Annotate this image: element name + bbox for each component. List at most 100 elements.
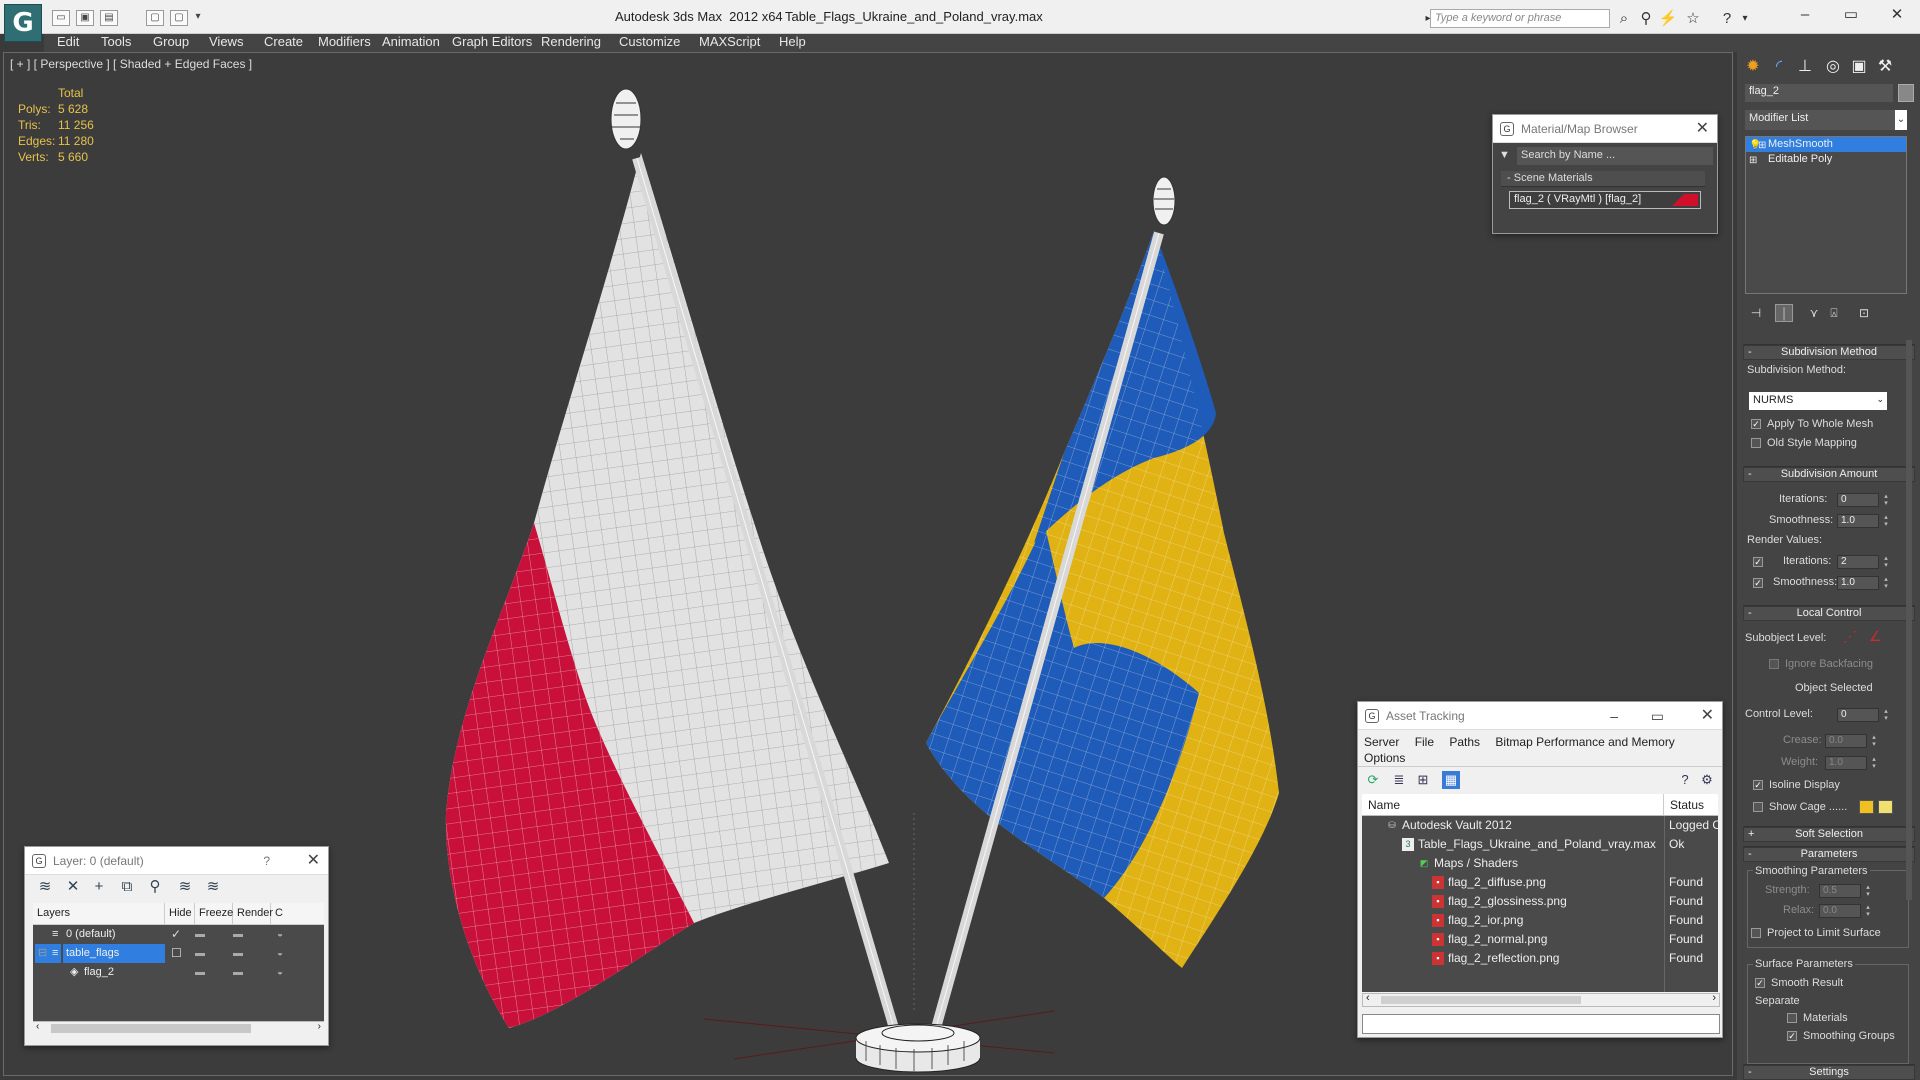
hide-toggle[interactable]: ▬ bbox=[195, 944, 205, 963]
menu-modifiers[interactable]: Modifiers bbox=[313, 34, 376, 52]
save-file-icon[interactable]: ▣ bbox=[76, 10, 94, 26]
scroll-right-icon[interactable]: › bbox=[1712, 992, 1716, 1004]
make-unique-icon[interactable]: ⋎ bbox=[1805, 304, 1823, 322]
vertex-level-icon[interactable]: ⋰ bbox=[1843, 628, 1857, 645]
close-button[interactable]: ✕ bbox=[1874, 4, 1920, 26]
close-icon[interactable]: ✕ bbox=[1701, 702, 1714, 730]
rollout-header[interactable]: - Parameters bbox=[1743, 847, 1915, 862]
weight-spinner[interactable]: 1.0 bbox=[1825, 756, 1867, 770]
hide-toggle[interactable]: ▬ bbox=[195, 963, 205, 982]
scene-materials-section[interactable]: - Scene Materials bbox=[1501, 171, 1705, 187]
binoculars-icon[interactable]: ⌕ bbox=[1614, 9, 1634, 28]
help-icon[interactable]: ? bbox=[263, 847, 270, 875]
subdivision-method-dropdown[interactable]: NURMS ⌄ bbox=[1749, 392, 1887, 410]
undo-icon[interactable]: ▤ bbox=[100, 10, 118, 26]
remove-modifier-icon[interactable]: ⍓ bbox=[1825, 304, 1843, 322]
spinner-arrows-icon[interactable]: ▴ ▾ bbox=[1882, 555, 1890, 569]
asset-path-field[interactable] bbox=[1362, 1014, 1720, 1034]
list-view-icon[interactable]: ≣ bbox=[1390, 771, 1408, 789]
scroll-left-icon[interactable]: ‹ bbox=[1366, 992, 1370, 1004]
pin-stack-icon[interactable]: ⊣ bbox=[1747, 304, 1765, 322]
render-smoothness-checkbox[interactable]: ✓ bbox=[1753, 578, 1763, 588]
menu-animation[interactable]: Animation bbox=[377, 34, 445, 52]
layer-window-title[interactable]: G Layer: 0 (default) ? ✕ bbox=[25, 847, 328, 875]
redo-icon[interactable]: ▢ bbox=[146, 10, 164, 26]
select-objects-in-layer-icon[interactable]: ⧉ bbox=[117, 878, 137, 896]
menu-rendering[interactable]: Rendering bbox=[536, 34, 606, 52]
cage-color-swatch[interactable] bbox=[1859, 800, 1874, 814]
spinner-arrows-icon[interactable]: ▴ ▾ bbox=[1882, 708, 1890, 722]
minimize-button[interactable]: – bbox=[1782, 4, 1828, 26]
expand-icon[interactable]: ⊞ bbox=[1749, 153, 1757, 168]
col-hide[interactable]: Hide bbox=[165, 903, 195, 924]
material-item[interactable]: flag_2 ( VRayMtl ) [flag_2] bbox=[1509, 191, 1701, 209]
menu-views[interactable]: Views bbox=[204, 34, 248, 52]
col-name[interactable]: Name bbox=[1362, 794, 1664, 815]
spinner-arrows-icon[interactable]: ▴ ▾ bbox=[1864, 904, 1872, 918]
help-icon[interactable]: ? bbox=[1676, 771, 1694, 789]
iterations-spinner[interactable]: 0 bbox=[1837, 493, 1879, 507]
tree-view-icon[interactable]: ⊞ bbox=[1414, 771, 1432, 789]
render-iterations-checkbox[interactable]: ✓ bbox=[1753, 557, 1763, 567]
close-icon[interactable]: ✕ bbox=[1696, 115, 1709, 143]
app-logo-button[interactable]: G bbox=[4, 4, 42, 42]
quick-access-dropdown-icon[interactable]: ▾ bbox=[192, 10, 204, 26]
control-level-spinner[interactable]: 0 bbox=[1837, 708, 1879, 722]
create-layer-icon[interactable]: ≋ bbox=[35, 878, 55, 896]
menu-edit[interactable]: Edit bbox=[52, 34, 84, 52]
horizontal-scrollbar[interactable]: ‹ › bbox=[33, 1021, 324, 1035]
highlight-layer-icon[interactable]: ⚲ bbox=[145, 878, 165, 896]
minimize-icon[interactable]: – bbox=[1610, 702, 1618, 730]
maximize-button[interactable]: ▭ bbox=[1828, 4, 1874, 26]
project-folder-icon[interactable]: ▢ bbox=[170, 10, 188, 26]
scroll-thumb[interactable] bbox=[51, 1024, 251, 1033]
object-color-swatch[interactable] bbox=[1898, 84, 1914, 102]
menu-options[interactable]: Options bbox=[1364, 751, 1405, 765]
hide-all-layers-icon[interactable]: ≋ bbox=[175, 878, 195, 896]
favorites-star-icon[interactable]: ☆ bbox=[1683, 9, 1703, 28]
hide-toggle[interactable]: ▬ bbox=[195, 925, 205, 944]
motion-tab-icon[interactable]: ◎ bbox=[1821, 56, 1845, 78]
render-teapot-icon[interactable]: ◒ bbox=[277, 925, 283, 944]
layer-row[interactable]: ◈ flag_2 ▬ ▬ ◒ bbox=[33, 963, 324, 982]
help-icon[interactable]: ? bbox=[1717, 9, 1737, 28]
separate-materials-checkbox[interactable] bbox=[1787, 1013, 1797, 1023]
menu-create[interactable]: Create bbox=[259, 34, 308, 52]
modifier-list-dropdown[interactable]: Modifier List ⌄ bbox=[1745, 110, 1907, 130]
rollout-header[interactable]: + Soft Selection bbox=[1743, 827, 1915, 842]
menu-graph-editors[interactable]: Graph Editors bbox=[447, 34, 537, 52]
col-render[interactable]: Render bbox=[233, 903, 273, 924]
delete-layer-icon[interactable]: ✕ bbox=[63, 878, 83, 896]
asset-row[interactable]: ▪ flag_2_reflection.png Found bbox=[1362, 949, 1718, 968]
asset-row[interactable]: 3 Table_Flags_Ukraine_and_Poland_vray.ma… bbox=[1362, 835, 1718, 854]
create-tab-icon[interactable]: ✹ bbox=[1741, 56, 1765, 78]
rollout-header[interactable]: - Settings bbox=[1743, 1065, 1915, 1080]
menu-tools[interactable]: Tools bbox=[96, 34, 136, 52]
separate-smoothing-groups-checkbox[interactable]: ✓ bbox=[1787, 1031, 1797, 1041]
render-smoothness-spinner[interactable]: 1.0 bbox=[1837, 576, 1879, 590]
relax-spinner[interactable]: 0.0 bbox=[1819, 904, 1861, 918]
menu-server[interactable]: Server bbox=[1364, 735, 1399, 749]
rollout-header[interactable]: - Local Control bbox=[1743, 606, 1915, 621]
project-limit-surface-checkbox[interactable] bbox=[1751, 928, 1761, 938]
show-cage-checkbox[interactable] bbox=[1753, 802, 1763, 812]
menu-file[interactable]: File bbox=[1415, 735, 1434, 749]
menu-bitmap-performance[interactable]: Bitmap Performance and Memory bbox=[1495, 735, 1674, 749]
crease-spinner[interactable]: 0.0 bbox=[1825, 734, 1867, 748]
old-style-mapping-checkbox[interactable] bbox=[1751, 438, 1761, 448]
cage-selected-color-swatch[interactable] bbox=[1878, 800, 1893, 814]
viewport-label[interactable]: [ + ] [ Perspective ] [ Shaded + Edged F… bbox=[10, 57, 252, 71]
spinner-arrows-icon[interactable]: ▴ ▾ bbox=[1882, 576, 1890, 590]
asset-tracking-title[interactable]: G Asset Tracking – ▭ ✕ bbox=[1358, 702, 1722, 730]
communication-icon[interactable]: ⚡ bbox=[1658, 9, 1678, 28]
material-search-input[interactable]: Search by Name ... bbox=[1517, 147, 1713, 165]
object-name-field[interactable]: flag_2 bbox=[1745, 84, 1893, 102]
material-browser-title[interactable]: G Material/Map Browser ✕ bbox=[1493, 115, 1717, 143]
spinner-arrows-icon[interactable]: ▴ ▾ bbox=[1870, 734, 1878, 748]
command-panel-scrollbar[interactable] bbox=[1906, 340, 1912, 900]
asset-row[interactable]: ▪ flag_2_ior.png Found bbox=[1362, 911, 1718, 930]
col-layers[interactable]: Layers bbox=[33, 903, 165, 924]
maximize-icon[interactable]: ▭ bbox=[1651, 702, 1664, 730]
spinner-arrows-icon[interactable]: ▴ ▾ bbox=[1882, 514, 1890, 528]
menu-help[interactable]: Help bbox=[774, 34, 811, 52]
